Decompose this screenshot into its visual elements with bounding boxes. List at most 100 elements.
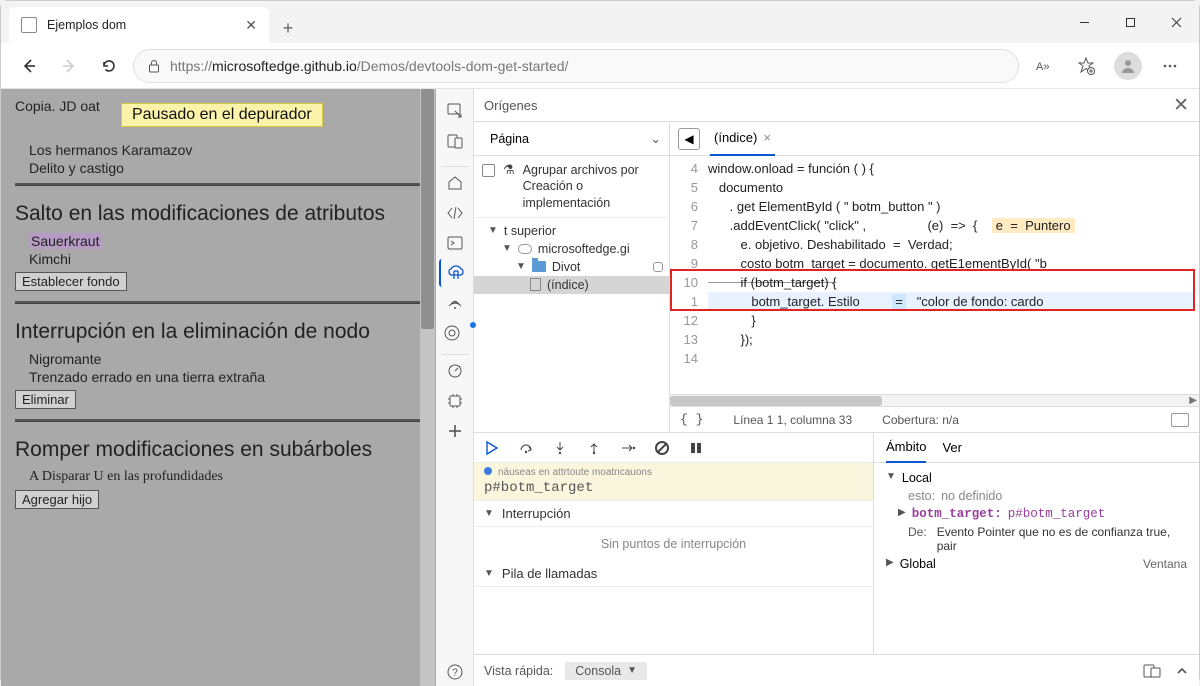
- step-out-button[interactable]: [586, 440, 602, 456]
- group-by-row[interactable]: ⚗ Agrupar archivos por Creación o implem…: [474, 156, 669, 218]
- step-over-button[interactable]: [518, 440, 534, 456]
- scope-var[interactable]: ▶botm_target: p#botm_target: [874, 505, 1199, 523]
- url-field[interactable]: https://microsoftedge.github.io/Demos/de…: [133, 49, 1019, 83]
- new-tab-button[interactable]: +: [273, 13, 303, 43]
- editor-tab[interactable]: (índice) ×: [710, 122, 775, 156]
- delete-button[interactable]: Eliminar: [15, 390, 76, 409]
- step-button[interactable]: [620, 440, 636, 456]
- chevron-up-icon[interactable]: [1175, 664, 1189, 678]
- nav-back-icon[interactable]: ◀: [678, 128, 700, 150]
- collapse-icon[interactable]: [1171, 413, 1189, 427]
- inspect-icon[interactable]: [439, 97, 471, 125]
- tab-watch[interactable]: Ver: [942, 440, 962, 455]
- section-title: Salto en las modificaciones de atributos: [1, 192, 436, 232]
- tree-domain[interactable]: ▼microsoftedge.gi: [474, 240, 669, 258]
- tab-page[interactable]: Página: [482, 128, 537, 150]
- h-scrollbar[interactable]: ◀▶: [670, 394, 1199, 406]
- scope-global[interactable]: ▶GlobalVentana: [874, 555, 1199, 573]
- dot-icon: [484, 467, 492, 475]
- deactivate-bp-button[interactable]: [654, 440, 670, 456]
- list-item[interactable]: Sauerkraut: [1, 232, 436, 250]
- issues-icon[interactable]: [439, 319, 471, 347]
- memory-icon[interactable]: [439, 387, 471, 415]
- performance-icon[interactable]: [439, 357, 471, 385]
- code: window.onload = función ( ) { documento …: [704, 156, 1199, 394]
- pause-exceptions-button[interactable]: [688, 440, 704, 456]
- list-item: Trenzado errado en una tierra extraña: [1, 368, 436, 386]
- help-icon[interactable]: ?: [439, 658, 471, 686]
- quick-view-select[interactable]: Consola ▼: [565, 662, 647, 680]
- callstack-header[interactable]: ▼Pila de llamadas: [474, 561, 873, 587]
- url-text: https://microsoftedge.github.io/Demos/de…: [170, 58, 568, 74]
- welcome-icon[interactable]: [439, 169, 471, 197]
- network-icon[interactable]: [439, 289, 471, 317]
- console-icon[interactable]: [439, 229, 471, 257]
- close-icon[interactable]: ✕: [245, 17, 257, 34]
- refresh-button[interactable]: [93, 50, 125, 82]
- resume-button[interactable]: [484, 440, 500, 456]
- list-item: Delito y castigo: [1, 159, 436, 177]
- avatar-icon: [1114, 52, 1142, 80]
- maximize-button[interactable]: [1107, 6, 1153, 38]
- urlbar: https://microsoftedge.github.io/Demos/de…: [1, 43, 1199, 89]
- profile-button[interactable]: [1111, 49, 1145, 83]
- close-icon[interactable]: ×: [763, 130, 771, 145]
- sources-icon[interactable]: [439, 259, 471, 287]
- braces-icon[interactable]: { }: [680, 412, 703, 427]
- favorite-icon[interactable]: [1069, 49, 1103, 83]
- activity-bar: ?: [436, 89, 474, 686]
- breakpoints-header[interactable]: ▼Interrupción: [474, 501, 873, 527]
- tab-scope[interactable]: Ámbito: [886, 433, 926, 463]
- add-tool-icon[interactable]: [439, 417, 471, 445]
- forward-button[interactable]: [53, 50, 85, 82]
- group-label: Agrupar archivos por Creación o implemen…: [523, 162, 661, 211]
- section-title: Romper modificaciones en subárboles: [1, 428, 436, 468]
- devtools-panel: ? Orígenes ✕ Página ⌄ ⚗ Agrupar: [436, 89, 1199, 686]
- scope-body: ▼Local esto: no definido ▶botm_target: p…: [874, 463, 1199, 579]
- minimize-button[interactable]: [1061, 6, 1107, 38]
- more-icon[interactable]: [1153, 49, 1187, 83]
- editor-tabs: ◀ (índice) ×: [670, 122, 1199, 156]
- chevron-down-icon[interactable]: ⌄: [651, 131, 661, 146]
- scope-tabs: Ámbito Ver: [874, 433, 1199, 463]
- scope-de: De:Evento Pointer que no es de confianza…: [874, 523, 1199, 555]
- close-button[interactable]: [1153, 6, 1199, 38]
- list-item: Los hermanos Karamazov: [1, 141, 436, 159]
- paused-element[interactable]: p#botm_target: [484, 478, 863, 496]
- badge-dot: [470, 322, 476, 328]
- file-tree: ▼t superior ▼microsoftedge.gi ▼Divot (ín…: [474, 218, 669, 298]
- checkbox[interactable]: [482, 164, 495, 177]
- debugger-pane: náuseas en attrtoute moatncauons p#botm_…: [474, 433, 874, 654]
- dock-icon[interactable]: [1143, 664, 1161, 678]
- quick-view-label: Vista rápida:: [484, 664, 553, 678]
- back-button[interactable]: [13, 50, 45, 82]
- step-into-button[interactable]: [552, 440, 568, 456]
- close-icon[interactable]: ✕: [1173, 94, 1189, 117]
- tab-title: Ejemplos dom: [47, 18, 235, 32]
- window-controls: [1061, 1, 1199, 43]
- marker-icon: [653, 262, 663, 272]
- devtools-content: Orígenes ✕ Página ⌄ ⚗ Agrupar archivos p…: [474, 89, 1199, 686]
- tree-file[interactable]: (índice): [474, 276, 669, 294]
- scrollbar[interactable]: [420, 89, 435, 686]
- scope-pane: Ámbito Ver ▼Local esto: no definido ▶bot…: [874, 433, 1199, 654]
- read-aloud-icon[interactable]: A»: [1027, 49, 1061, 83]
- section-title: Interrupción en la eliminación de nodo: [1, 310, 436, 350]
- tree-top[interactable]: ▼t superior: [474, 222, 669, 240]
- coverage-label: Cobertura: n/a: [882, 413, 959, 427]
- elements-icon[interactable]: [439, 199, 471, 227]
- cursor-position: Línea 1 1, columna 33: [733, 413, 852, 427]
- code-editor[interactable]: 456789101121314 window.onload = función …: [670, 156, 1199, 394]
- folder-icon: [532, 261, 546, 272]
- device-icon[interactable]: [439, 127, 471, 155]
- tree-folder[interactable]: ▼Divot: [474, 258, 669, 276]
- list-item: Kimchi: [1, 250, 436, 268]
- add-child-button[interactable]: Agregar hijo: [15, 490, 99, 509]
- scope-local[interactable]: ▼Local: [874, 469, 1199, 487]
- list-item: Nigromante: [1, 350, 436, 368]
- page-content: Pausado en el depurador Copia. JD oat Lo…: [1, 89, 436, 686]
- paused-banner: Pausado en el depurador: [121, 103, 323, 127]
- quick-view-footer: Vista rápida: Consola ▼: [474, 654, 1199, 686]
- set-background-button[interactable]: Establecer fondo: [15, 272, 127, 291]
- browser-tab[interactable]: Ejemplos dom ✕: [9, 7, 269, 43]
